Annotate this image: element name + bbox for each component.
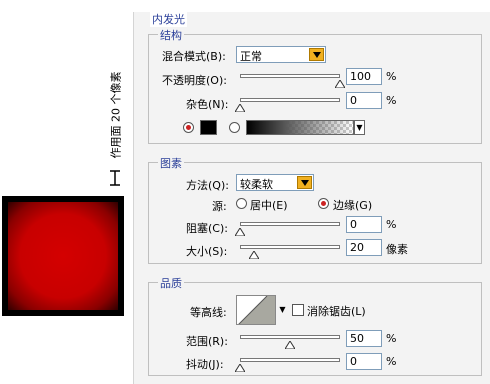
source-label: 源: — [212, 200, 227, 213]
panel-title: 内发光 — [150, 11, 187, 27]
choke-slider-thumb[interactable] — [234, 226, 246, 237]
jitter-label: 抖动(J): — [186, 358, 224, 371]
gradient-radio[interactable] — [229, 122, 240, 133]
range-unit: % — [386, 332, 397, 345]
opacity-slider-thumb[interactable] — [334, 78, 346, 89]
source-edge-label[interactable]: 边缘(G) — [333, 197, 372, 213]
chevron-down-icon[interactable] — [297, 176, 312, 189]
contour-label: 等高线: — [190, 306, 227, 319]
size-input[interactable]: 20 — [346, 239, 382, 256]
jitter-slider-track[interactable] — [240, 358, 340, 362]
technique-value: 较柔软 — [240, 178, 273, 191]
anti-alias-checkbox[interactable] — [292, 304, 304, 316]
noise-unit: % — [386, 94, 397, 107]
range-slider-thumb[interactable] — [284, 339, 296, 350]
preview-fill — [8, 202, 118, 310]
source-edge-radio[interactable] — [318, 198, 329, 209]
size-unit: 像素 — [386, 243, 408, 256]
noise-input[interactable]: 0 — [346, 92, 382, 109]
blend-mode-select[interactable]: 正常 — [236, 46, 326, 63]
size-label: 大小(S): — [186, 245, 228, 258]
range-input[interactable]: 50 — [346, 330, 382, 347]
blend-mode-value: 正常 — [240, 50, 262, 63]
jitter-slider-thumb[interactable] — [234, 362, 246, 373]
size-slider-thumb[interactable] — [248, 249, 260, 260]
opacity-label: 不透明度(O): — [162, 74, 227, 87]
contour-picker[interactable] — [236, 295, 276, 325]
gradient-preview[interactable] — [246, 120, 354, 135]
source-center-radio[interactable] — [236, 198, 247, 209]
technique-select[interactable]: 较柔软 — [236, 174, 314, 191]
technique-label: 方法(Q): — [186, 179, 229, 192]
chevron-down-icon[interactable] — [309, 48, 324, 61]
structure-group-label: 结构 — [158, 27, 184, 43]
choke-label: 阻塞(C): — [186, 222, 228, 235]
contour-dropdown-arrow-icon[interactable]: ▼ — [277, 303, 288, 318]
choke-slider-track[interactable] — [240, 222, 340, 226]
noise-slider-track[interactable] — [240, 98, 340, 102]
gradient-dropdown-arrow-icon[interactable]: ▼ — [354, 120, 365, 135]
noise-slider-thumb[interactable] — [234, 102, 246, 113]
inner-glow-preview — [2, 196, 124, 316]
choke-input[interactable]: 0 — [346, 216, 382, 233]
glow-color-swatch[interactable] — [200, 120, 217, 135]
opacity-slider-track[interactable] — [240, 74, 340, 78]
opacity-unit: % — [386, 70, 397, 83]
opacity-input[interactable]: 100 — [346, 68, 382, 85]
blend-mode-label: 混合模式(B): — [162, 50, 226, 63]
preview-size-label: 作用面 20 个像素 — [109, 71, 122, 159]
quality-group-label: 品质 — [158, 275, 184, 291]
size-marker-icon — [109, 170, 121, 186]
jitter-unit: % — [386, 355, 397, 368]
choke-unit: % — [386, 218, 397, 231]
anti-alias-label[interactable]: 消除锯齿(L) — [307, 303, 366, 319]
elements-group-label: 图素 — [158, 155, 184, 171]
source-center-label[interactable]: 居中(E) — [250, 197, 288, 213]
jitter-input[interactable]: 0 — [346, 353, 382, 370]
noise-label: 杂色(N): — [186, 98, 229, 111]
solid-color-radio[interactable] — [183, 122, 194, 133]
range-label: 范围(R): — [186, 335, 228, 348]
